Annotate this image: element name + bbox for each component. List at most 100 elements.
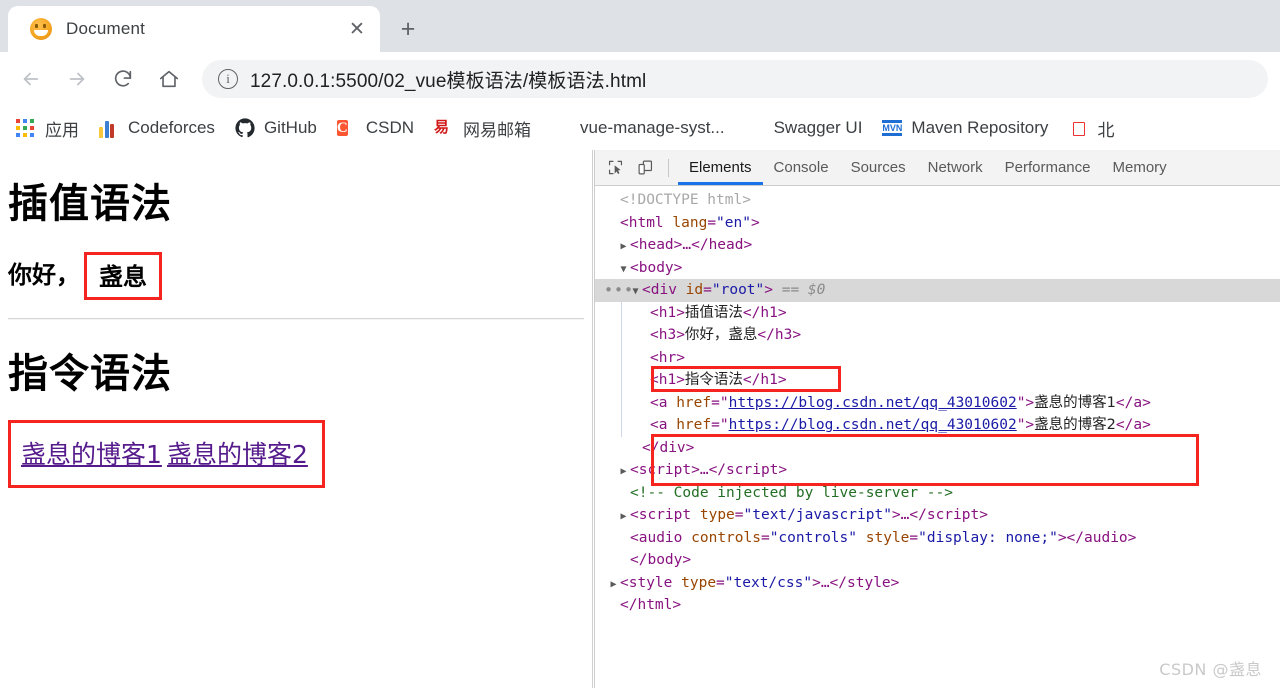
- close-icon[interactable]: ✕: [344, 16, 370, 42]
- dom-tree[interactable]: ▶<!DOCTYPE html> ▶<html lang="en"> ▶<hea…: [595, 186, 1280, 688]
- hr-tag: <hr>: [650, 349, 685, 366]
- bookmark-csdn[interactable]: C CSDN: [327, 112, 424, 144]
- tab-memory[interactable]: Memory: [1102, 150, 1178, 185]
- dom-node-anchor-1[interactable]: <a href="https://blog.csdn.net/qq_430106…: [622, 392, 1280, 415]
- page-heading-interpolation: 插值语法: [8, 181, 172, 227]
- dom-node-audio[interactable]: <audio controls="controls" style="displa…: [595, 527, 1280, 550]
- dom-node-html[interactable]: ▶<html lang="en">: [595, 212, 1280, 235]
- bookmark-label: Maven Repository: [911, 118, 1049, 137]
- csdn-icon: C: [336, 120, 348, 136]
- info-circle-icon[interactable]: i: [218, 69, 238, 89]
- devtools-toolbar: Elements Console Sources Network Perform…: [595, 150, 1280, 186]
- browser-toolbar: i 127.0.0.1:5500/02_vue模板语法/模板语法.html: [0, 52, 1280, 106]
- home-icon[interactable]: [150, 60, 188, 98]
- attr-name: type: [699, 507, 735, 523]
- head-collapsed: <head>…</head>: [630, 237, 753, 253]
- dom-node-head[interactable]: ▶ <head>…</head>: [595, 234, 1280, 257]
- dom-node-anchor-2[interactable]: <a href="https://blog.csdn.net/qq_430106…: [622, 414, 1280, 437]
- bookmark-label: Swagger UI: [773, 118, 863, 137]
- node-text: 指令语法: [684, 372, 743, 388]
- dark-square-icon: [1068, 118, 1088, 138]
- tab-performance[interactable]: Performance: [994, 150, 1102, 185]
- close-tag: </html>: [620, 597, 682, 613]
- page-greeting: 你好， 盏息: [8, 250, 584, 300]
- dom-node-h3-greeting[interactable]: <h3>你好，盏息</h3>: [622, 324, 1280, 347]
- device-toolbar-icon[interactable]: [631, 155, 659, 181]
- bookmark-apps[interactable]: 应用: [6, 112, 89, 144]
- dom-node-comment[interactable]: <!-- Code injected by live-server -->: [595, 482, 1280, 505]
- attr-value-href[interactable]: https://blog.csdn.net/qq_43010602: [729, 395, 1017, 411]
- attr-value: "en": [716, 214, 751, 231]
- bookmark-label: GitHub: [263, 118, 317, 137]
- attr-name: href: [676, 394, 712, 411]
- bookmark-vue-manage-system[interactable]: vue-manage-syst...: [541, 112, 735, 144]
- node-text: 插值语法: [684, 304, 743, 321]
- tag-name: div: [650, 282, 677, 298]
- tab-strip: Document ✕ +: [0, 0, 1280, 52]
- inspect-element-icon[interactable]: [601, 155, 629, 181]
- open-tag: <h1>: [650, 304, 685, 321]
- node-text: 你好，盏息: [684, 327, 758, 343]
- blog-link-2[interactable]: 盏息的博客2: [167, 440, 308, 469]
- close-tag: </h3>: [757, 327, 802, 343]
- page-heading-directives: 指令语法: [8, 351, 172, 397]
- dom-node-h1-directives[interactable]: <h1>指令语法</h1>: [622, 369, 1280, 392]
- greeting-name-highlight: 盏息: [84, 252, 162, 300]
- back-icon[interactable]: [12, 60, 50, 98]
- dom-node-div-root[interactable]: ••• ▼ <div id="root"> == $0: [595, 279, 1280, 302]
- close-tag: </body>: [630, 552, 692, 568]
- dom-node-script-inline[interactable]: ▶ <script>…</script>: [595, 459, 1280, 482]
- attr-value: "text/javascript": [743, 507, 892, 523]
- browser-chrome: Document ✕ + i 127.0.0.1:5500/02_vue模板语法…: [0, 0, 1280, 150]
- watermark: CSDN @盏息: [1159, 660, 1262, 679]
- bookmark-overflow[interactable]: 北: [1058, 112, 1124, 144]
- toolbar-separator: [668, 158, 669, 177]
- attr-value-href[interactable]: https://blog.csdn.net/qq_43010602: [729, 417, 1017, 433]
- address-bar[interactable]: i 127.0.0.1:5500/02_vue模板语法/模板语法.html: [202, 60, 1268, 98]
- page-divider: [8, 318, 584, 320]
- blog-link-1[interactable]: 盏息的博客1: [21, 440, 162, 469]
- bookmark-github[interactable]: GitHub: [225, 112, 327, 144]
- tab-console[interactable]: Console: [763, 150, 840, 185]
- bookmark-label: 应用: [45, 120, 79, 140]
- bookmark-codeforces[interactable]: Codeforces: [89, 112, 225, 144]
- dom-node-html-close[interactable]: ▶</html>: [595, 594, 1280, 617]
- apps-grid-icon: [16, 118, 36, 138]
- dom-root-children: <h1>插值语法</h1> <h3>你好，盏息</h3> <hr> <h1>指令…: [621, 301, 1280, 437]
- style-rest: …</style>: [820, 574, 900, 591]
- dom-node-hr[interactable]: <hr>: [622, 347, 1280, 370]
- tab-network[interactable]: Network: [917, 150, 994, 185]
- page-content: 插值语法 你好， 盏息 指令语法 盏息的博客1 盏息的博客2: [0, 171, 592, 488]
- attr-value: "text/css": [724, 574, 813, 591]
- dom-node-h1-interpolation[interactable]: <h1>插值语法</h1>: [622, 302, 1280, 325]
- dom-node-body-close[interactable]: ▶</body>: [595, 549, 1280, 572]
- comment-text: <!-- Code injected by live-server -->: [630, 484, 954, 501]
- reload-icon[interactable]: [104, 60, 142, 98]
- forward-icon[interactable]: [58, 60, 96, 98]
- tag-name: html: [628, 214, 664, 231]
- node-menu-dots[interactable]: •••: [604, 279, 634, 302]
- bookmark-label: Codeforces: [128, 118, 215, 137]
- tab-sources[interactable]: Sources: [840, 150, 917, 185]
- dom-node-body-open[interactable]: ▼ <body>: [595, 257, 1280, 280]
- browser-tab[interactable]: Document ✕: [8, 6, 380, 52]
- dom-node-div-close[interactable]: ▶</div>: [595, 437, 1280, 460]
- dom-node-style[interactable]: ▶ <style type="text/css">…</style>: [595, 572, 1280, 595]
- bookmark-netease-mail[interactable]: 易 网易邮箱: [424, 112, 541, 144]
- new-tab-button[interactable]: +: [390, 11, 426, 47]
- bookmark-maven-repository[interactable]: MVN Maven Repository: [872, 112, 1058, 144]
- dom-node-script-external[interactable]: ▶ <script type="text/javascript">…</scrip…: [595, 504, 1280, 527]
- rendered-page-pane: 插值语法 你好， 盏息 指令语法 盏息的博客1 盏息的博客2: [0, 150, 593, 688]
- script-collapsed: <script>…</script>: [630, 462, 788, 478]
- tab-elements[interactable]: Elements: [678, 150, 763, 185]
- attr-name: type: [681, 574, 717, 591]
- dom-node-doctype[interactable]: ▶<!DOCTYPE html>: [595, 189, 1280, 212]
- tab-title: Document: [66, 19, 146, 38]
- greeting-prefix: 你好，: [8, 261, 80, 289]
- bookmark-swagger-ui[interactable]: Swagger UI: [735, 112, 873, 144]
- viewport: 插值语法 你好， 盏息 指令语法 盏息的博客1 盏息的博客2 Elements …: [0, 150, 1280, 688]
- swagger-icon: [745, 118, 765, 138]
- attr-name: lang: [672, 214, 708, 231]
- close-tag: </div>: [642, 439, 695, 456]
- attr-name: href: [676, 417, 712, 433]
